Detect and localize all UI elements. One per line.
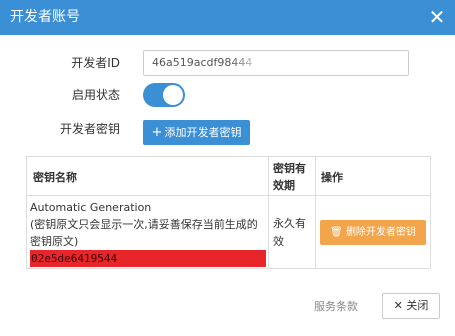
key-expiry: 永久有效 (273, 217, 306, 248)
status-label: 启用状态 (71, 88, 120, 102)
close-button-label: 关闭 (406, 299, 429, 312)
add-developer-key-button[interactable]: + 添加开发者密钥 (143, 120, 250, 145)
enable-status-toggle[interactable] (143, 83, 185, 107)
dialog-titlebar: 开发者账号 ✕ (0, 0, 455, 35)
key-name: Automatic Generation (30, 201, 152, 214)
close-icon: ✕ (393, 299, 403, 312)
column-header-expiry: 密钥有效期 (273, 162, 306, 192)
developer-id-redaction (230, 54, 350, 72)
trash-icon: 🗑 (330, 227, 343, 238)
dialog-title: 开发者账号 (10, 9, 80, 25)
key-name-cell: Automatic Generation (密钥原文只会显示一次,请妥善保存当前… (30, 199, 266, 267)
key-secret-value[interactable]: 02e5de6419544 (30, 250, 266, 267)
delete-developer-key-label: 删除开发者密钥 (345, 227, 416, 238)
toggle-knob (163, 85, 183, 105)
key-save-notice: (密钥原文只会显示一次,请妥善保存当前生成的密钥原文) (30, 218, 258, 248)
developer-key-label: 开发者密钥 (59, 122, 120, 136)
plus-icon: + (151, 125, 163, 140)
developer-id-label: 开发者ID (71, 56, 120, 70)
delete-developer-key-button[interactable]: 🗑 删除开发者密钥 (320, 220, 426, 245)
table-column-divider (268, 157, 269, 268)
table-column-divider (315, 157, 316, 268)
developer-keys-table: 密钥名称 密钥有效期 操作 Automatic Generation (密钥原文… (26, 156, 431, 269)
add-developer-key-label: 添加开发者密钥 (164, 126, 242, 139)
column-header-actions: 操作 (321, 171, 343, 184)
developer-account-dialog: 开发者账号 ✕ 开发者ID 46a519acdf98444 启用状态 开发者密钥… (0, 0, 455, 336)
table-header-divider (27, 195, 430, 196)
close-icon[interactable]: ✕ (425, 4, 449, 30)
close-button[interactable]: ✕ 关闭 (382, 293, 440, 319)
terms-of-service-link[interactable]: 服务条款 (314, 298, 358, 314)
